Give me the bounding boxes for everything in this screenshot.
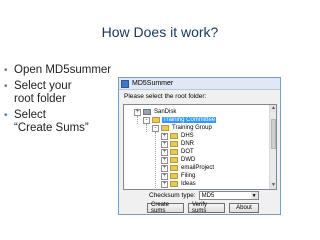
tree-item-filing[interactable]: + Filing (161, 172, 196, 180)
folder-icon (161, 125, 169, 131)
tree-item-emailproject[interactable]: + emailProject (161, 164, 215, 172)
folder-icon (170, 133, 178, 139)
folder-icon (170, 141, 178, 147)
bullet-item: • Select your root folder (4, 80, 124, 106)
bullet-marker-icon: • (4, 65, 8, 76)
bullet-list: • Open MD5summer • Select your root fold… (4, 64, 124, 138)
bullet-marker-icon: • (4, 81, 8, 92)
folder-icon (170, 157, 178, 163)
checksum-type-select[interactable]: MD5 ▼ (198, 191, 259, 200)
verify-sums-button[interactable]: Verify sums (188, 202, 225, 214)
tree-item-sandisk[interactable]: + SanDisk (134, 108, 177, 116)
checksum-type-value: MD5 (201, 192, 215, 199)
tree-item-label: Ideas (181, 181, 196, 187)
bullet-item: • Open MD5summer (4, 64, 124, 77)
collapse-toggle-icon[interactable]: - (152, 124, 159, 132)
scroll-thumb[interactable] (271, 119, 276, 149)
bullet-text: Select “Create Sums” (14, 109, 89, 134)
tree-connector (155, 132, 156, 188)
tree-item-dot[interactable]: + DOT (161, 148, 195, 156)
tree-scrollbar[interactable]: ▲ ▼ (269, 105, 276, 189)
expand-toggle-icon[interactable]: + (161, 132, 168, 140)
scroll-up-icon[interactable]: ▲ (270, 105, 276, 112)
folder-tree[interactable]: + SanDisk - Training Committee - Trainin… (123, 104, 277, 190)
expand-toggle-icon[interactable]: + (161, 148, 168, 156)
tree-item-ideas[interactable]: + Ideas (161, 180, 197, 188)
folder-icon (152, 117, 160, 123)
expand-toggle-icon[interactable]: + (161, 172, 168, 180)
collapse-toggle-icon[interactable]: - (143, 116, 150, 124)
md5summer-dialog: MD5Summer Please select the root folder:… (118, 77, 281, 215)
about-button[interactable]: About (229, 203, 259, 213)
checksum-type-row: Checksum type: MD5 ▼ (149, 191, 259, 200)
folder-icon (170, 165, 178, 171)
bullet-text: Select your root folder (14, 80, 72, 105)
expand-toggle-icon[interactable]: + (161, 140, 168, 148)
scroll-down-icon[interactable]: ▼ (270, 182, 276, 189)
expand-toggle-icon[interactable]: + (161, 156, 168, 164)
bullet-text: Open MD5summer (14, 64, 112, 76)
chevron-down-icon: ▼ (250, 192, 258, 199)
tree-item-label: SanDisk (154, 109, 177, 115)
checksum-type-label: Checksum type: (149, 192, 196, 199)
expand-toggle-icon[interactable]: + (161, 180, 168, 188)
bullet-marker-icon: • (4, 110, 8, 121)
tree-item-training-group[interactable]: - Training Group (152, 124, 213, 132)
folder-icon (170, 149, 178, 155)
tree-item-label: emailProject (181, 165, 215, 171)
bullet-item: • Select “Create Sums” (4, 109, 124, 135)
tree-item-dwd[interactable]: + DWD (161, 156, 196, 164)
slide-title: How Does it work? (101, 24, 219, 40)
tree-item-label: Training Group (172, 125, 212, 131)
dialog-titlebar[interactable]: MD5Summer (119, 78, 280, 90)
drive-icon (143, 109, 151, 115)
tree-item-dhs[interactable]: + DHS (161, 132, 195, 140)
expand-toggle-icon[interactable]: + (134, 108, 141, 116)
dialog-title: MD5Summer (132, 80, 174, 87)
tree-connector (146, 124, 147, 132)
tree-item-label: DWD (181, 157, 196, 163)
tree-item-label: DOT (181, 149, 194, 155)
dialog-button-row: Create sums Verify sums About (147, 202, 259, 214)
folder-prompt: Please select the root folder: (124, 93, 207, 100)
expand-toggle-icon[interactable]: + (161, 164, 168, 172)
tree-item-dnr[interactable]: + DNR (161, 140, 195, 148)
tree-item-training-committee[interactable]: - Training Committee (143, 116, 217, 124)
tree-item-label: Filing (181, 173, 196, 179)
app-icon (121, 79, 129, 88)
tree-item-label: DNR (181, 141, 194, 147)
tree-item-label: DHS (181, 133, 194, 139)
tree-connector (137, 116, 138, 124)
folder-icon (170, 181, 178, 187)
folder-icon (170, 173, 178, 179)
create-sums-button[interactable]: Create sums (147, 202, 184, 214)
tree-item-label: Training Committee (162, 117, 217, 123)
